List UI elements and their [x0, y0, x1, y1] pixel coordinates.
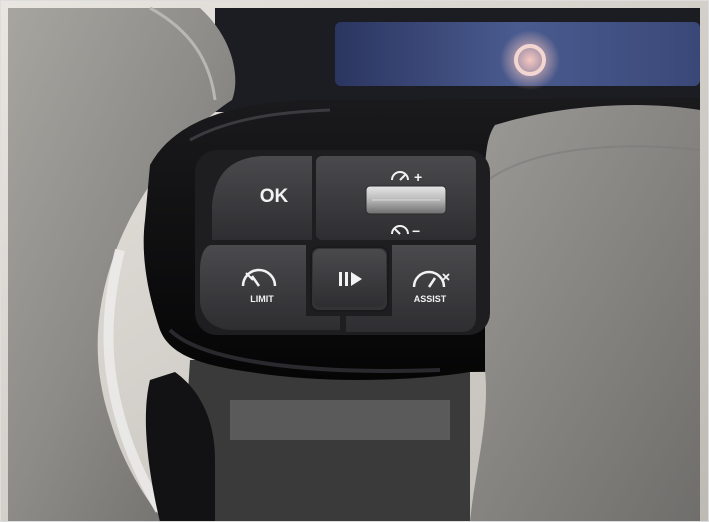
steering-hub-airbag-cover: [470, 105, 700, 522]
speed-roller-button[interactable]: + −: [316, 156, 476, 240]
speed-minus-label: −: [412, 223, 420, 239]
limit-button-label: LIMIT: [250, 294, 274, 304]
lower-trim: [230, 400, 450, 440]
photo-frame: OK + − LIMIT ASSIST: [0, 0, 709, 522]
screen-gauge-glow: [500, 30, 560, 90]
ok-button-label: OK: [260, 186, 289, 207]
pause-resume-button[interactable]: [310, 246, 389, 312]
speed-plus-label: +: [414, 169, 422, 185]
footwell-shadow: [180, 360, 470, 522]
assist-button-label: ASSIST: [414, 294, 447, 304]
steering-wheel-photo: OK + − LIMIT ASSIST: [0, 0, 709, 522]
